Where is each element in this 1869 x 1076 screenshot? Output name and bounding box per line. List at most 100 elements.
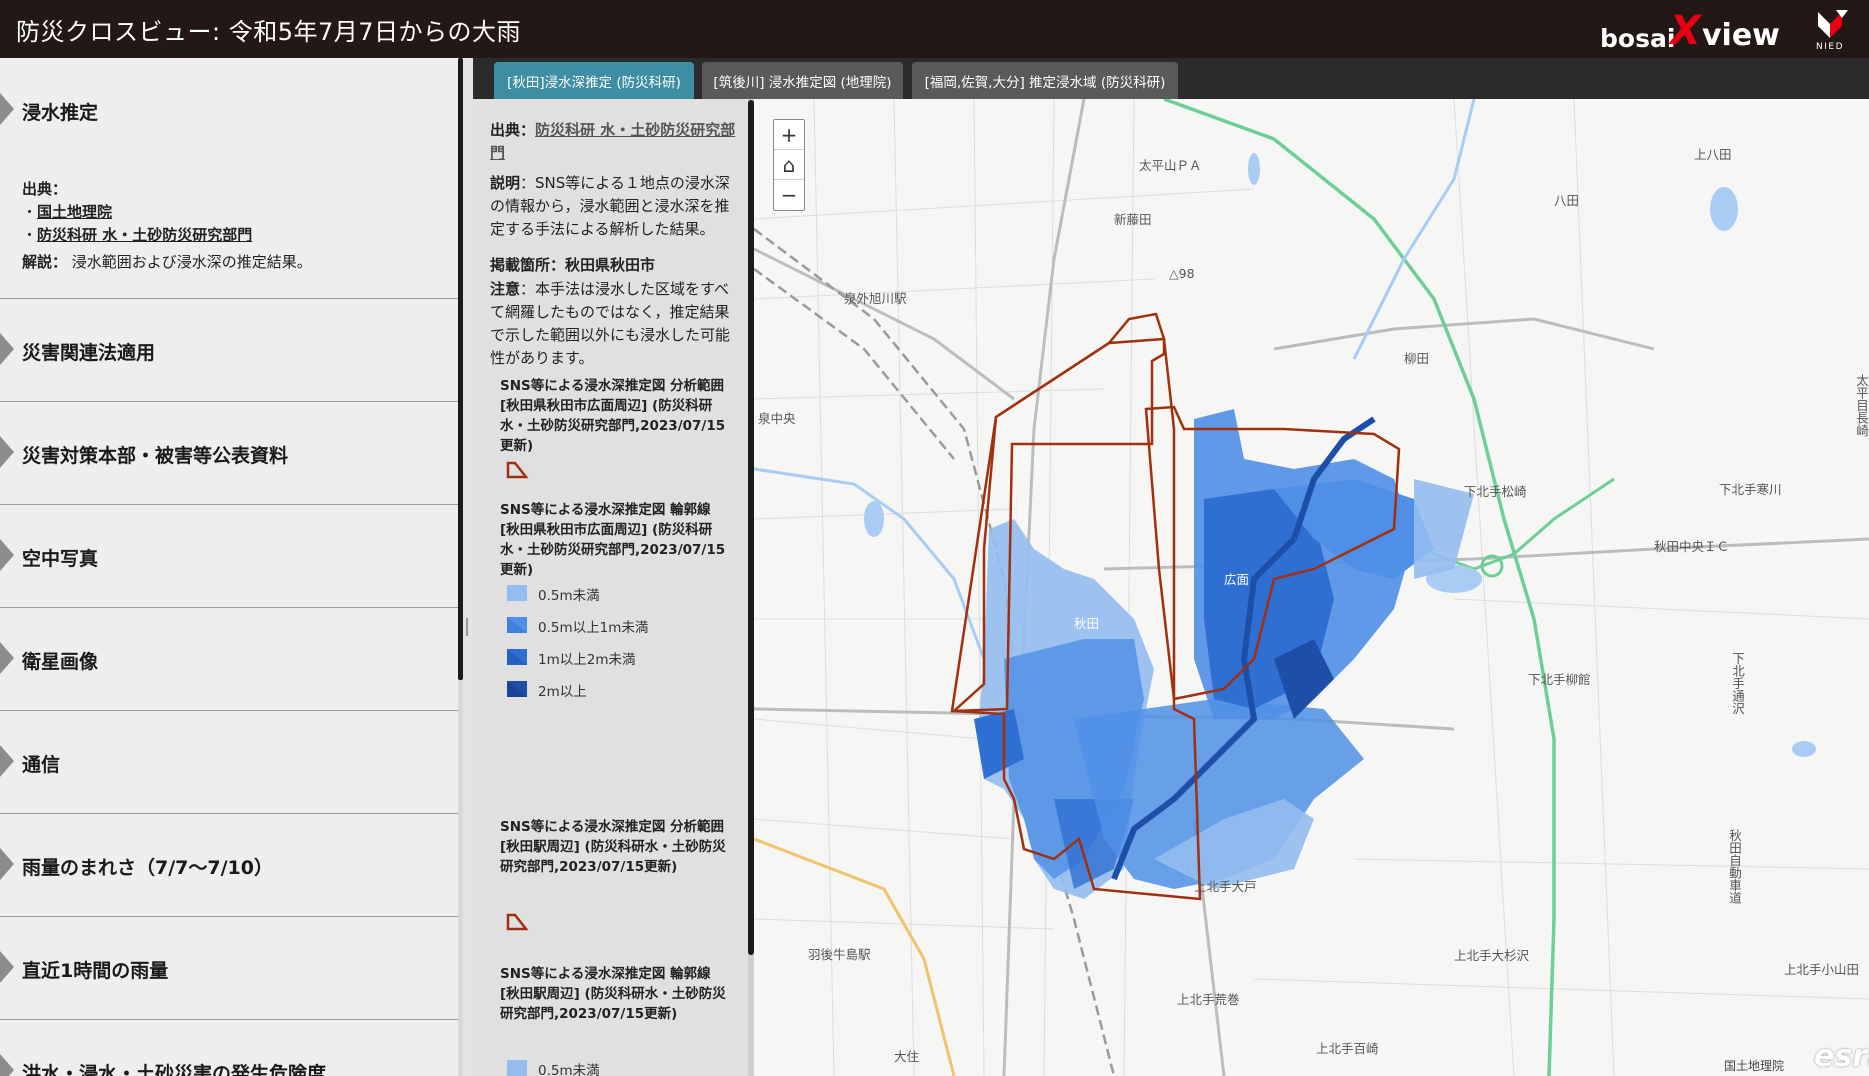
brand-right: view xyxy=(1702,18,1780,53)
map-label: 秋田自動車道 xyxy=(1727,829,1742,904)
nied-logo-icon xyxy=(1818,10,1848,38)
zoom-out-button[interactable]: − xyxy=(774,180,804,210)
map-label: 下北手松崎 xyxy=(1464,484,1527,499)
map-label: 柳田 xyxy=(1404,351,1430,366)
nied-logo[interactable]: NIED xyxy=(1812,8,1856,52)
sidebar-section-hazard-risk[interactable]: 洪水・浸水・土砂災害の発生危険度 xyxy=(0,1020,458,1076)
expand-arrow-icon xyxy=(0,436,14,468)
legend-label: 0.5m未満 xyxy=(538,1063,600,1076)
sidebar-section-rain-rarity[interactable]: 雨量のまれさ（7/7〜7/10） xyxy=(0,814,458,917)
info-source: 出典：防災科研 水・土砂防災研究部門 xyxy=(490,119,740,165)
legend-swatch-icon xyxy=(507,585,527,601)
section-source-block: 出典： ・国土地理院 ・防災科研 水・土砂防災研究部門 解説： 浸水範囲および浸… xyxy=(22,178,312,274)
legend-label: 2m以上 xyxy=(538,684,587,700)
home-button[interactable]: ⌂ xyxy=(774,150,804,180)
info-source-label: 出典： xyxy=(490,121,536,139)
map-label: 太平目長崎 xyxy=(1854,374,1869,437)
esri-logo: esri xyxy=(1814,1039,1869,1074)
layer-title: SNS等による浸水深推定図 輪郭線 [秋田駅周辺] (防災科研水・土砂防災研究部… xyxy=(500,966,726,1022)
map-label: 泉中央 xyxy=(758,411,796,426)
section-title: 雨量のまれさ（7/7〜7/10） xyxy=(22,857,273,879)
sidebar-section-aerial-photo[interactable]: 空中写真 xyxy=(0,505,458,608)
layer-title: SNS等による浸水深推定図 輪郭線 [秋田県秋田市広面周辺] (防災科研水・土砂… xyxy=(500,502,726,578)
app-header: 防災クロスビュー: 令和5年7月7日からの大雨 bosai X view NIE… xyxy=(0,0,1869,58)
expand-arrow-icon xyxy=(0,745,14,777)
section-title: 直近1時間の雨量 xyxy=(22,960,169,982)
section-title: 災害関連法適用 xyxy=(22,342,156,364)
legend-swatch-icon xyxy=(507,649,527,665)
legend-swatch-icon xyxy=(507,1060,527,1076)
map-label: 上八田 xyxy=(1694,147,1732,162)
layer-title: SNS等による浸水深推定図 分析範囲 [秋田県秋田市広面周辺] (防災科研水・土… xyxy=(500,378,726,454)
sidebar-section-flood-estimate[interactable]: 浸水推定 出典： ・国土地理院 ・防災科研 水・土砂防災研究部門 解説： 浸水範… xyxy=(0,58,458,299)
map-label: 新藤田 xyxy=(1114,212,1152,227)
map-label: 下北手寒川 xyxy=(1719,482,1782,497)
map-label: 下北手通沢 xyxy=(1730,652,1745,715)
tab-chikugo-flood[interactable]: [筑後川] 浸水推定図 (地理院) xyxy=(702,62,903,99)
map-label: 上北手小山田 xyxy=(1784,962,1860,977)
tab-akita-flood-depth[interactable]: [秋田]浸水深推定 (防災科研) xyxy=(494,62,694,99)
info-note-text: ：本手法は浸水した区域をすべて網羅したものではなく，推定結果で示した範囲以外にも… xyxy=(490,280,731,367)
expand-arrow-icon xyxy=(0,93,14,125)
map-label: 羽後牛島駅 xyxy=(808,947,871,962)
map-label: 広面 xyxy=(1224,572,1250,587)
outline-polygon-icon xyxy=(506,461,529,479)
sidebar-section-disaster-law[interactable]: 災害関連法適用 xyxy=(0,299,458,402)
legend-label: 0.5m以上1m未満 xyxy=(538,620,649,636)
splitter-grip-icon xyxy=(466,618,468,636)
outline-polygon-icon xyxy=(506,913,529,931)
expand-arrow-icon xyxy=(0,539,14,571)
legend-label: 0.5m未満 xyxy=(538,588,600,604)
bosai-xview-logo[interactable]: bosai X view xyxy=(1598,8,1782,54)
map-label: 上北手大戸 xyxy=(1194,879,1257,894)
page-title: 防災クロスビュー: 令和5年7月7日からの大雨 xyxy=(16,18,522,46)
bullet: ・ xyxy=(22,203,38,221)
info-note-label: 注意 xyxy=(490,280,521,298)
legend-label: 1m以上2m未満 xyxy=(538,652,636,668)
layer-title: SNS等による浸水深推定図 分析範囲 [秋田駅周辺] (防災科研水・土砂防災研究… xyxy=(500,819,726,875)
brand-left: bosai xyxy=(1600,24,1676,53)
info-place: 掲載箇所：秋田県秋田市 xyxy=(490,256,656,274)
tab-fukuoka-saga-oita-flood[interactable]: [福岡,佐賀,大分] 推定浸水域 (防災科研) xyxy=(912,62,1178,99)
panel-splitter[interactable] xyxy=(463,58,473,1076)
map-view[interactable]: 太平山ＰＡ 上八田 八田 新藤田 泉外旭川駅 △98 柳田 泉中央 下北手松崎 … xyxy=(754,99,1869,1076)
sidebar-section-communication[interactable]: 通信 xyxy=(0,711,458,814)
expand-arrow-icon xyxy=(0,642,14,674)
legend-swatch-icon xyxy=(507,681,527,697)
legend-swatch-icon xyxy=(507,617,527,633)
map-label: △98 xyxy=(1169,266,1195,281)
expand-arrow-icon xyxy=(0,1054,14,1076)
section-title: 衛星画像 xyxy=(22,651,99,673)
brand-x: X xyxy=(1670,8,1701,54)
explanation-text: 浸水範囲および浸水深の推定結果。 xyxy=(71,253,312,271)
sidebar-section-headquarters[interactable]: 災害対策本部・被害等公表資料 xyxy=(0,402,458,505)
map-label: 八田 xyxy=(1554,193,1580,208)
sidebar-section-hourly-rain[interactable]: 直近1時間の雨量 xyxy=(0,917,458,1020)
category-sidebar: 浸水推定 出典： ・国土地理院 ・防災科研 水・土砂防災研究部門 解説： 浸水範… xyxy=(0,58,458,1076)
basemap-svg[interactable] xyxy=(754,99,1869,1076)
section-title: 通信 xyxy=(22,754,61,776)
section-title: 空中写真 xyxy=(22,548,99,570)
source-link-gsi[interactable]: 国土地理院 xyxy=(37,203,112,221)
layer-info-panel: 出典：防災科研 水・土砂防災研究部門 説明：SNS等による１地点の浸水深の情報か… xyxy=(473,99,749,1076)
map-label: 上北手荒巻 xyxy=(1177,992,1240,1007)
section-title: 浸水推定 xyxy=(22,102,99,124)
map-label: 泉外旭川駅 xyxy=(844,291,907,306)
info-description: 説明：SNS等による１地点の浸水深の情報から，浸水範囲と浸水深を推定する手法によ… xyxy=(490,172,740,241)
bullet: ・ xyxy=(22,226,38,244)
source-link-nied[interactable]: 防災科研 水・土砂防災研究部門 xyxy=(37,226,252,244)
section-title: 洪水・浸水・土砂災害の発生危険度 xyxy=(22,1063,327,1076)
map-label: 上北手大杉沢 xyxy=(1454,948,1530,963)
info-desc-text: ：SNS等による１地点の浸水深の情報から，浸水範囲と浸水深を推定する手法による解… xyxy=(490,174,730,238)
explanation-label: 解説： xyxy=(22,253,68,271)
map-label: 上北手百崎 xyxy=(1316,1041,1379,1056)
map-label: 太平山ＰＡ xyxy=(1139,158,1202,173)
expand-arrow-icon xyxy=(0,951,14,983)
layer-tabs-bar: [秋田]浸水深推定 (防災科研) [筑後川] 浸水推定図 (地理院) [福岡,佐… xyxy=(473,58,1869,99)
info-desc-label: 説明 xyxy=(490,174,521,192)
map-attribution: 国土地理院 xyxy=(1724,1059,1785,1073)
map-label: 秋田 xyxy=(1074,616,1100,631)
sidebar-section-satellite[interactable]: 衛星画像 xyxy=(0,608,458,711)
zoom-in-button[interactable]: + xyxy=(774,120,804,150)
expand-arrow-icon xyxy=(0,333,14,365)
